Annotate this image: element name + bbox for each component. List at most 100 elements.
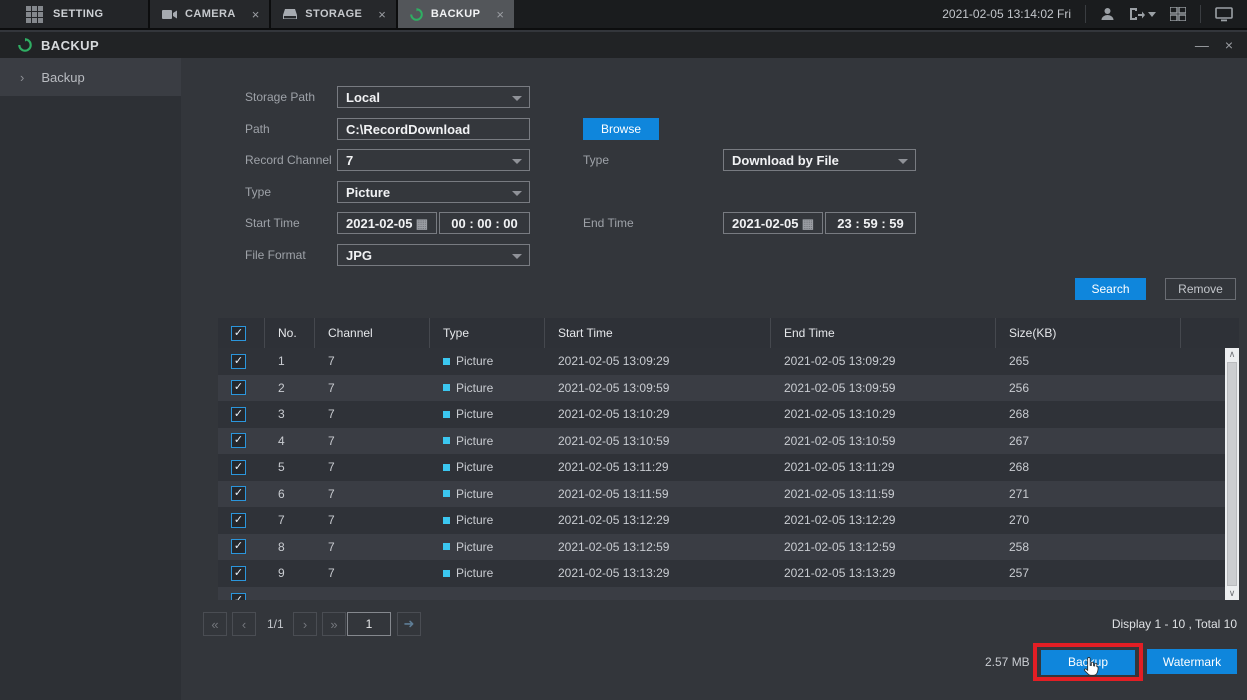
table-row[interactable]: ✓ 9 7 Picture 2021-02-05 13:13:29 2021-0… — [218, 560, 1239, 587]
close-tab-icon[interactable]: × — [496, 8, 504, 21]
close-tab-icon[interactable]: × — [378, 8, 386, 21]
tab-camera[interactable]: CAMERA × — [148, 0, 269, 28]
table-row[interactable]: ✓ 5 7 Picture 2021-02-05 13:11:29 2021-0… — [218, 454, 1239, 481]
select-all-checkbox[interactable]: ✓ — [231, 326, 246, 341]
row-checkbox[interactable]: ✓ — [231, 513, 246, 528]
chevron-down-icon — [512, 191, 522, 196]
cell-no: 5 — [265, 460, 315, 474]
row-checkbox[interactable]: ✓ — [231, 460, 246, 475]
cell-size: 256 — [996, 381, 1181, 395]
backup-button[interactable]: Backup — [1041, 650, 1135, 675]
scroll-down-icon[interactable]: ∨ — [1229, 587, 1236, 600]
header-no[interactable]: No. — [265, 318, 315, 348]
row-checkbox[interactable]: ✓ — [231, 566, 246, 581]
close-icon[interactable]: × — [1225, 38, 1233, 52]
cell-start-time: 2021-02-05 13:13:29 — [545, 566, 771, 580]
sidebar-item-label: Backup — [41, 70, 84, 85]
file-format-select[interactable]: JPG — [337, 244, 530, 266]
row-checkbox[interactable]: ✓ — [231, 433, 246, 448]
user-icon[interactable] — [1100, 7, 1115, 21]
prev-page-button[interactable]: ‹ — [232, 612, 256, 636]
main-menu-setting[interactable]: SETTING — [0, 0, 148, 28]
divider — [1085, 5, 1086, 23]
start-date-picker[interactable]: 2021-02-05 ▦ — [337, 212, 437, 234]
sidebar: › Backup — [0, 58, 181, 700]
next-page-button[interactable]: › — [293, 612, 317, 636]
table-row[interactable]: ✓ 2 7 Picture 2021-02-05 13:09:59 2021-0… — [218, 375, 1239, 402]
channel-info-icon[interactable] — [1170, 7, 1186, 21]
download-type-select[interactable]: Download by File — [723, 149, 916, 171]
apps-grid-icon — [26, 6, 43, 23]
row-checkbox[interactable]: ✓ — [231, 486, 246, 501]
tab-camera-label: CAMERA — [185, 8, 236, 20]
tab-storage[interactable]: STORAGE × — [269, 0, 396, 28]
record-channel-select[interactable]: 7 — [337, 149, 530, 171]
scroll-up-icon[interactable]: ∧ — [1229, 348, 1236, 361]
media-type-value: Picture — [346, 185, 390, 200]
first-page-button[interactable]: « — [203, 612, 227, 636]
cell-no: 2 — [265, 381, 315, 395]
start-time-value: 00 : 00 : 00 — [451, 216, 518, 231]
page-indicator: 1/1 — [267, 612, 284, 636]
cell-type: Picture — [430, 354, 545, 368]
minimize-icon[interactable]: — — [1195, 38, 1209, 52]
row-checkbox[interactable]: ✓ — [231, 407, 246, 422]
header-start-time[interactable]: Start Time — [545, 318, 771, 348]
backup-icon — [410, 8, 423, 21]
end-time-picker[interactable]: 23 : 59 : 59 — [825, 212, 916, 234]
row-checkbox[interactable]: ✓ — [231, 593, 246, 600]
check-icon: ✓ — [234, 595, 243, 600]
cell-type: Picture — [430, 381, 545, 395]
table-row[interactable]: ✓ 7 7 Picture 2021-02-05 13:12:29 2021-0… — [218, 507, 1239, 534]
go-to-page-button[interactable]: ➜ — [397, 612, 421, 636]
record-channel-value: 7 — [346, 153, 353, 168]
logout-icon[interactable] — [1129, 7, 1156, 21]
topbar-right: 2021-02-05 13:14:02 Fri — [942, 0, 1247, 28]
header-size[interactable]: Size(KB) — [996, 318, 1181, 348]
sidebar-item-backup[interactable]: › Backup — [0, 58, 181, 96]
table-row[interactable]: ✓ 3 7 Picture 2021-02-05 13:10:29 2021-0… — [218, 401, 1239, 428]
cell-no: 8 — [265, 540, 315, 554]
cell-no: 4 — [265, 434, 315, 448]
page-number-input[interactable] — [347, 612, 391, 636]
table-row[interactable]: ✓ 1 7 Picture 2021-02-05 13:09:29 2021-0… — [218, 348, 1239, 375]
tab-backup[interactable]: BACKUP × — [396, 0, 514, 28]
cell-start-time: 2021-02-05 13:10:29 — [545, 407, 771, 421]
table-row[interactable]: ✓ 8 7 Picture 2021-02-05 13:12:59 2021-0… — [218, 534, 1239, 561]
close-tab-icon[interactable]: × — [252, 8, 260, 21]
cell-end-time: 2021-02-05 13:13:29 — [771, 566, 996, 580]
header-type[interactable]: Type — [430, 318, 545, 348]
check-icon: ✓ — [234, 382, 243, 393]
file-format-value: JPG — [346, 248, 372, 263]
header-end-time[interactable]: End Time — [771, 318, 996, 348]
file-format-label: File Format — [245, 244, 306, 266]
row-checkbox[interactable]: ✓ — [231, 539, 246, 554]
path-input[interactable] — [346, 122, 521, 137]
row-checkbox[interactable]: ✓ — [231, 354, 246, 369]
watermark-button[interactable]: Watermark — [1147, 649, 1237, 674]
storage-path-label: Storage Path — [245, 86, 315, 108]
download-type-label: Type — [583, 149, 609, 171]
start-time-picker[interactable]: 00 : 00 : 00 — [439, 212, 530, 234]
chevron-right-icon: › — [20, 70, 24, 85]
window-titlebar: BACKUP — × — [0, 32, 1247, 58]
remove-button[interactable]: Remove — [1165, 278, 1236, 300]
vertical-scrollbar[interactable]: ∧ ∨ — [1225, 348, 1239, 600]
end-date-picker[interactable]: 2021-02-05 ▦ — [723, 212, 823, 234]
header-channel[interactable]: Channel — [315, 318, 430, 348]
scrollbar-thumb[interactable] — [1227, 362, 1237, 586]
cell-size: 268 — [996, 407, 1181, 421]
cell-no: 6 — [265, 487, 315, 501]
monitor-icon[interactable] — [1215, 7, 1233, 22]
check-icon: ✓ — [234, 435, 243, 446]
storage-path-select[interactable]: Local — [337, 86, 530, 108]
browse-button[interactable]: Browse — [583, 118, 659, 140]
search-button[interactable]: Search — [1075, 278, 1146, 300]
cell-type: Picture — [430, 487, 545, 501]
header-checkbox-cell: ✓ — [218, 318, 265, 348]
row-checkbox[interactable]: ✓ — [231, 380, 246, 395]
last-page-button[interactable]: » — [322, 612, 346, 636]
table-row[interactable]: ✓ 6 7 Picture 2021-02-05 13:11:59 2021-0… — [218, 481, 1239, 508]
table-row[interactable]: ✓ 4 7 Picture 2021-02-05 13:10:59 2021-0… — [218, 428, 1239, 455]
media-type-select[interactable]: Picture — [337, 181, 530, 203]
